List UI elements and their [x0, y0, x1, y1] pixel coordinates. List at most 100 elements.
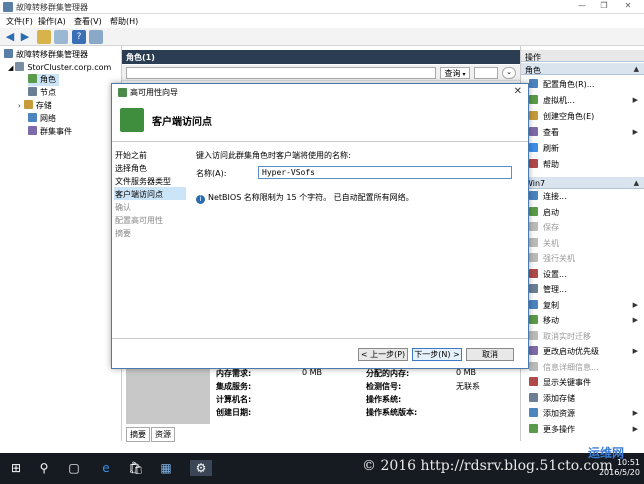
search-icon[interactable]: ⚲	[36, 460, 52, 476]
info-message: i NetBIOS 名称限制为 15 个字符。 已自动配置所有网络。	[196, 192, 414, 204]
cancel-button[interactable]: 取消	[466, 348, 514, 361]
action-item[interactable]: 查看	[529, 127, 559, 141]
show-hide-tree-icon[interactable]	[54, 30, 68, 44]
wizard-close-icon[interactable]: ✕	[514, 86, 522, 97]
tab-resources[interactable]: 资源	[151, 427, 175, 442]
save-query-button[interactable]	[474, 67, 498, 79]
action-label: 查看	[543, 128, 559, 137]
cancel-migration-icon	[529, 330, 538, 340]
edge-icon[interactable]: e	[98, 460, 114, 476]
connect-icon	[529, 191, 538, 200]
action-item[interactable]: 添加存储	[529, 392, 575, 407]
bottom-tabs: 摘要 资源	[126, 427, 176, 442]
action-item[interactable]: 创建空角色(E)	[529, 111, 594, 125]
detail-value: 无联系	[456, 382, 480, 391]
detail-label: 分配的内存:	[366, 369, 410, 378]
store-icon[interactable]: 🛍	[128, 460, 144, 476]
action-item[interactable]: 更改启动优先级	[529, 346, 599, 360]
minimize-button[interactable]: —	[572, 1, 592, 13]
networks-icon	[28, 113, 37, 122]
submenu-arrow-icon: ▶	[632, 128, 638, 136]
wizard-step-active[interactable]: 客户端访问点	[114, 187, 186, 200]
name-input[interactable]: Hyper-VSofs	[258, 166, 512, 179]
action-item[interactable]: 管理...	[529, 284, 567, 298]
forward-icon[interactable]: ▶	[18, 30, 32, 44]
shutdown-icon	[529, 237, 538, 247]
wizard-header: 客户端访问点	[112, 100, 528, 142]
action-label: 刷新	[543, 144, 559, 153]
submenu-arrow-icon: ▶	[632, 347, 638, 355]
wizard-step: 确认	[115, 203, 131, 212]
close-button[interactable]: ✕	[618, 1, 638, 13]
maximize-button[interactable]: ❐	[594, 1, 614, 13]
cluster-icon	[15, 62, 25, 71]
events-icon	[28, 126, 37, 135]
tree-item-roles[interactable]: 角色	[28, 74, 59, 86]
action-item[interactable]: 配置角色(R)...	[529, 79, 594, 93]
start-icon[interactable]: ⊞	[8, 460, 24, 476]
action-label: 启动	[543, 207, 559, 217]
menu-help[interactable]: 帮助(H)	[110, 16, 138, 27]
detail-value: 0 MB	[456, 368, 477, 377]
collapsed-arrow-icon[interactable]: ›	[18, 102, 21, 110]
query-button[interactable]: 查询 ▾	[440, 67, 470, 79]
action-item[interactable]: 启动	[529, 206, 559, 221]
back-icon[interactable]: ◀	[3, 30, 17, 44]
previous-button[interactable]: < 上一步(P)	[358, 348, 408, 361]
menu-action[interactable]: 操作(A)	[38, 16, 66, 27]
action-pane-icon[interactable]	[89, 30, 103, 44]
help-icon[interactable]: ?	[72, 30, 86, 44]
action-label: 设置...	[543, 269, 567, 279]
action-item[interactable]: 显示关键事件	[529, 377, 591, 391]
menu-view[interactable]: 查看(V)	[74, 16, 102, 27]
expand-arrow-icon[interactable]: ◢	[8, 64, 13, 72]
refresh-icon	[529, 143, 538, 152]
action-item[interactable]: 更多操作	[529, 423, 575, 438]
submenu-arrow-icon: ▶	[632, 424, 638, 433]
task-view-icon[interactable]: ▢	[66, 460, 82, 476]
wizard-icon	[118, 88, 127, 97]
title-bar: 故障转移群集管理器 — ❐ ✕	[0, 0, 644, 14]
collapse-arrow-icon[interactable]: ▲	[634, 179, 639, 187]
action-item[interactable]: 设置...	[529, 268, 567, 283]
menu-file[interactable]: 文件(F)	[6, 16, 33, 27]
server-manager-icon[interactable]: ▦	[158, 460, 174, 476]
actions-roles-header[interactable]: 角色 ▲	[521, 63, 644, 75]
start-icon	[529, 206, 538, 216]
action-item[interactable]: 刷新	[529, 143, 559, 157]
wizard-title: 高可用性向导	[130, 88, 178, 97]
action-label: 移动	[543, 316, 559, 325]
wizard-step[interactable]: 文件服务器类型	[114, 174, 186, 187]
action-item[interactable]: 连接...	[529, 191, 567, 205]
action-item[interactable]: 添加资源	[529, 408, 575, 422]
action-item[interactable]: 移动	[529, 315, 559, 329]
tree-root[interactable]: 故障转移群集管理器	[4, 49, 88, 61]
collapse-arrow-icon[interactable]: ▲	[634, 65, 639, 73]
tree-cluster[interactable]: ◢ StorCluster.corp.com	[8, 62, 111, 74]
actions-vm-header[interactable]: Win7 ▲	[521, 177, 644, 189]
up-level-icon[interactable]	[37, 30, 51, 44]
tree-item-networks[interactable]: 网络	[28, 113, 56, 125]
action-item[interactable]: 虚拟机...	[529, 95, 575, 109]
tab-summary[interactable]: 摘要	[126, 427, 150, 442]
action-item[interactable]: 帮助	[529, 159, 559, 173]
search-input[interactable]	[126, 67, 436, 79]
action-item: 保存	[529, 222, 559, 236]
view-icon	[529, 127, 538, 136]
tree-item-storage[interactable]: › 存储	[18, 100, 52, 112]
detail-label: 操作系统:	[366, 395, 402, 404]
next-button[interactable]: 下一步(N) >	[412, 348, 462, 361]
app-icon	[3, 2, 13, 12]
more-actions-icon	[529, 423, 538, 433]
expand-collapse-icon[interactable]: ⌄	[502, 67, 516, 79]
menu-bar: 文件(F) 操作(A) 查看(V) 帮助(H)	[0, 14, 644, 28]
cluster-manager-taskbar-icon[interactable]: ⚙	[190, 460, 212, 476]
action-item[interactable]: 复制	[529, 299, 559, 314]
tree-item-nodes[interactable]: 节点	[28, 87, 56, 99]
wizard-step[interactable]: 开始之前	[114, 148, 186, 161]
replicate-icon	[529, 299, 538, 309]
site-logo: 运维网	[588, 446, 625, 460]
tree-item-events[interactable]: 群集事件	[28, 126, 72, 138]
wizard-step[interactable]: 选择角色	[114, 161, 186, 174]
detail-label: 计算机名:	[216, 395, 252, 404]
